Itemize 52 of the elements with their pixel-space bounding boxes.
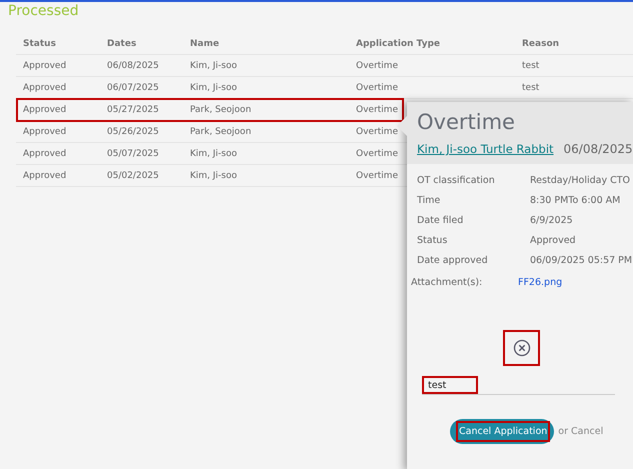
table-cell: Approved <box>23 148 66 158</box>
table-cell: 06/08/2025 <box>107 60 159 70</box>
table-cell: 05/07/2025 <box>107 148 159 158</box>
table-cell: Kim, Ji-soo <box>190 148 237 158</box>
table-cell: test <box>522 60 540 70</box>
column-header: Application Type <box>356 38 440 48</box>
column-header: Status <box>23 38 56 48</box>
detail-value: Approved <box>530 234 577 246</box>
employee-link[interactable]: Kim, Ji-soo Turtle Rabbit <box>417 142 554 156</box>
table-cell: Kim, Ji-soo <box>190 170 237 180</box>
table-cell: Kim, Ji-soo <box>190 82 237 92</box>
table-cell: 05/02/2025 <box>107 170 159 180</box>
column-header: Name <box>190 38 220 48</box>
detail-label: Date filed <box>417 214 464 226</box>
detail-label: Date approved <box>417 254 489 266</box>
table-cell: Approved <box>23 82 66 92</box>
detail-value: Restday/Holiday CTO <box>530 174 632 186</box>
table-cell: Approved <box>23 170 66 180</box>
column-header: Dates <box>107 38 136 48</box>
close-icon <box>512 339 530 357</box>
table-cell: Approved <box>23 104 66 114</box>
table-cell: Overtime <box>356 148 398 158</box>
section-title: Processed <box>7 2 80 21</box>
detail-value: 6/9/2025 <box>530 214 574 226</box>
popup-title: Overtime <box>417 110 516 136</box>
table-cell: Approved <box>23 60 66 70</box>
table-cell: Approved <box>23 126 66 136</box>
table-cell: Overtime <box>356 126 398 136</box>
table-cell: 05/26/2025 <box>107 126 159 136</box>
table-cell: 06/07/2025 <box>107 82 159 92</box>
detail-label: Status <box>417 234 448 246</box>
cancel-link[interactable]: or Cancel <box>558 426 604 437</box>
attachment-label: Attachment(s): <box>411 276 484 288</box>
cancel-application-button[interactable]: Cancel Application <box>456 421 550 442</box>
date-text: 06/08/2025 <box>564 142 633 156</box>
detail-label: Time <box>417 194 442 206</box>
detail-value: 06/09/2025 05:57 PM <box>530 254 633 266</box>
table-cell: Overtime <box>356 60 398 70</box>
clear-button[interactable] <box>503 330 540 366</box>
table-cell: test <box>522 82 540 92</box>
detail-label: OT classification <box>417 174 496 186</box>
table-cell: 05/27/2025 <box>107 104 159 114</box>
table-cell: Park, Seojoon <box>190 126 252 136</box>
reason-field[interactable]: test <box>422 376 478 394</box>
table-cell: Overtime <box>356 104 398 114</box>
column-header: Reason <box>522 38 560 48</box>
table-cell: Park, Seojoon <box>190 104 252 114</box>
table-cell: Overtime <box>356 170 398 180</box>
attachment-link[interactable]: FF26.png <box>518 276 633 288</box>
detail-value: 8:30 PMTo 6:00 AM <box>530 194 622 206</box>
table-cell: Overtime <box>356 82 398 92</box>
table-cell: Kim, Ji-soo <box>190 60 237 70</box>
